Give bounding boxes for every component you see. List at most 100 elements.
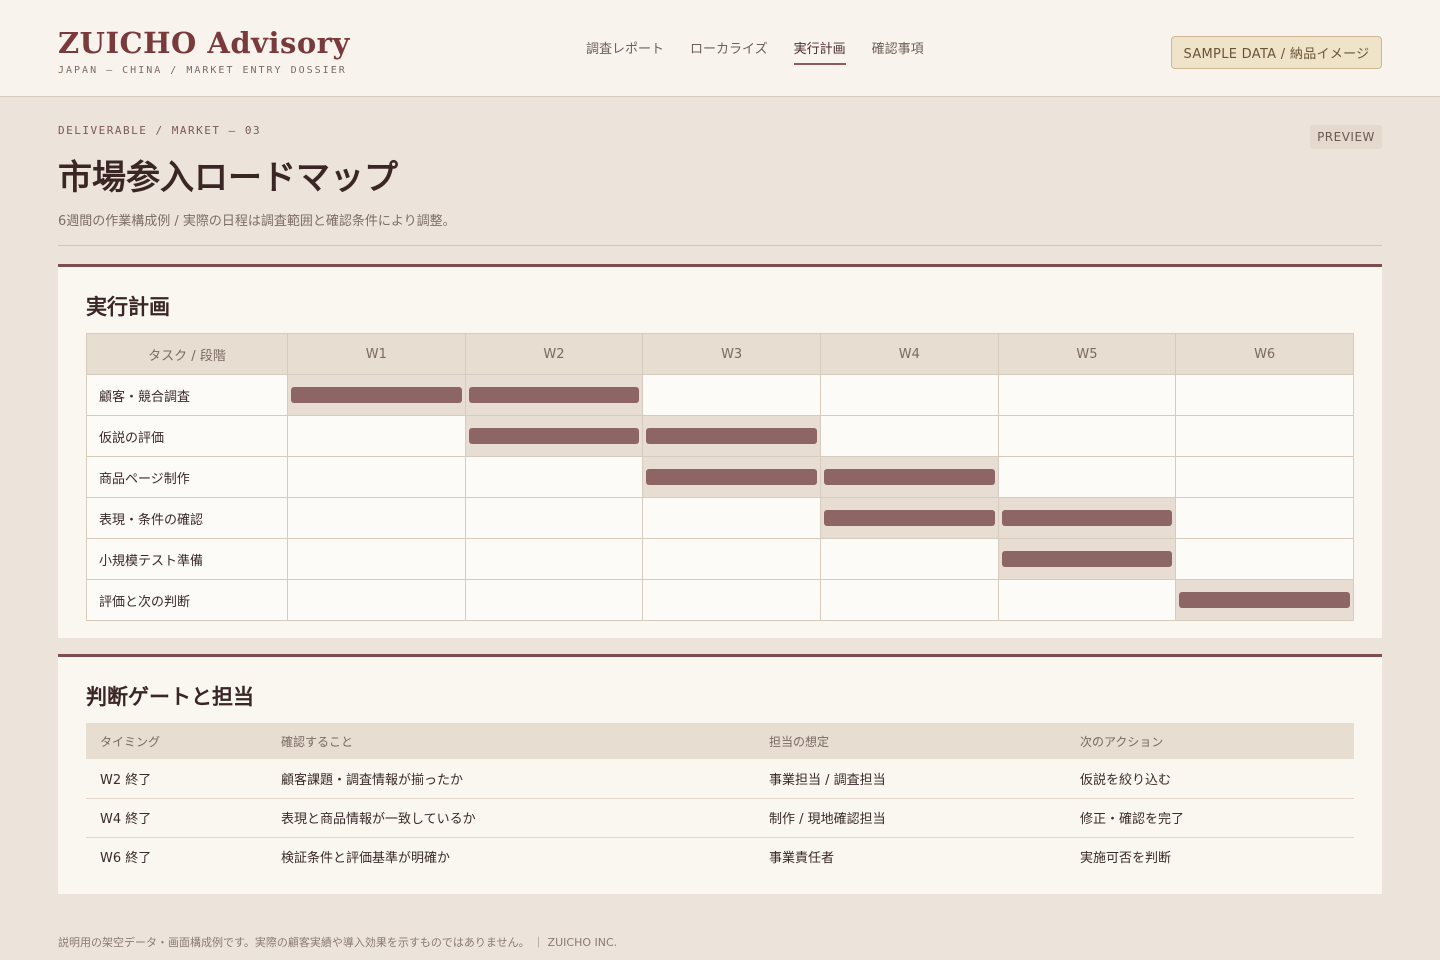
nav-item-3[interactable]: 実行計画: [793, 38, 846, 65]
gantt-cell: [997, 579, 1177, 621]
gantt-cell: [287, 538, 466, 580]
gantt-bar[interactable]: [1001, 510, 1173, 526]
table-cell: 実施可否を判断: [1080, 851, 1172, 867]
gantt-bar[interactable]: [468, 387, 640, 403]
table-cell: 仮説を絞り込む: [1066, 759, 1354, 799]
nav-item-1[interactable]: 調査レポート: [586, 38, 664, 65]
gantt-cell: [642, 579, 821, 621]
week-header-w5: W5: [997, 333, 1177, 375]
gantt-cell: [464, 538, 644, 580]
gantt-cell: [819, 497, 999, 539]
footer-note: 説明用の架空データ・画面構成例です。実際の顧客実績や導入効果を示すものではありま…: [58, 936, 618, 949]
gates-column-header: 確認すること: [267, 723, 755, 759]
gantt-cell: [464, 497, 644, 539]
divider: [58, 245, 1382, 246]
task-name: 小規模テスト準備: [86, 538, 288, 580]
gantt-cell: [642, 456, 821, 498]
gantt-bar[interactable]: [1179, 592, 1350, 608]
gates-column-header: 担当の想定: [755, 723, 1066, 759]
gantt-cell: [287, 374, 466, 416]
table-cell: W4 終了: [86, 798, 267, 838]
breadcrumb: DELIVERABLE / MARKET — 03: [58, 124, 262, 137]
gantt-cell: [287, 456, 466, 498]
gantt-cell: [642, 497, 821, 539]
site-header: ZUICHO Advisory JAPAN — CHINA / MARKET E…: [0, 0, 1440, 97]
gantt-bar[interactable]: [291, 387, 462, 403]
main-nav: 調査レポート ローカライズ 実行計画 確認事項: [586, 38, 950, 65]
task-name: 仮説の評価: [86, 415, 288, 457]
gantt-cell: [819, 456, 999, 498]
preview-badge: PREVIEW: [1310, 125, 1382, 149]
table-row: W2 終了 顧客課題・調査情報が揃ったか 事業担当 / 調査担当 仮説を絞り込む: [86, 759, 1354, 799]
week-header-w1: W1: [287, 333, 466, 375]
gantt-cell: [464, 415, 644, 457]
gantt-cell: [287, 579, 466, 621]
table-cell: 表現と商品情報が一致しているか: [267, 798, 755, 838]
gantt-cell: [642, 415, 821, 457]
gantt-row: 商品ページ制作: [86, 456, 1354, 498]
gantt-cell: [997, 497, 1177, 539]
table-cell: W6 終了: [100, 851, 152, 867]
task-name: 表現・条件の確認: [86, 497, 288, 539]
gantt-cell: [1175, 374, 1354, 416]
gates-table: タイミング 確認すること 担当の想定 次のアクション W2 終了 顧客課題・調査情報が揃…: [86, 723, 1354, 876]
week-header-w3: W3: [642, 333, 821, 375]
gantt-cell: [642, 538, 821, 580]
gantt-cell: [997, 415, 1177, 457]
sample-data-button[interactable]: SAMPLE DATA / 納品イメージ: [1171, 36, 1382, 69]
gantt-cell: [819, 579, 999, 621]
gantt-cell: [1175, 456, 1354, 498]
gantt-row: 顧客・競合調査: [86, 374, 1354, 416]
gates-card: 判断ゲートと担当 タイミング 確認すること 担当の想定 次のアクション W2 終了 顧客…: [58, 654, 1382, 894]
table-cell: 顧客課題・調査情報が揃ったか: [267, 759, 755, 799]
page-title: 市場参入ロードマップ: [58, 158, 398, 198]
gantt-cell: [819, 374, 999, 416]
gantt-cell: [464, 456, 644, 498]
task-header: タスク / 段階: [86, 333, 288, 375]
gantt-header-row: タスク / 段階 W1 W2 W3 W4 W5 W6: [86, 333, 1354, 375]
logo[interactable]: ZUICHO Advisory: [58, 26, 350, 60]
gates-column-header: タイミング: [86, 723, 267, 759]
gantt-cell: [464, 579, 644, 621]
gates-header-row: タイミング 確認すること 担当の想定 次のアクション: [86, 723, 1354, 759]
gantt-bar[interactable]: [468, 428, 640, 444]
gantt-cell: [464, 374, 644, 416]
gantt-cell: [642, 374, 821, 416]
table-cell: 検証条件と評価基準が明確か: [281, 851, 451, 867]
gantt-bar[interactable]: [646, 469, 817, 485]
nav-item-2[interactable]: ローカライズ: [690, 38, 768, 65]
nav-item-4[interactable]: 確認事項: [872, 38, 924, 65]
gantt-cell: [1175, 579, 1354, 621]
gantt-cell: [287, 415, 466, 457]
gantt-cell: [819, 538, 999, 580]
week-header-w4: W4: [819, 333, 999, 375]
tagline: JAPAN — CHINA / MARKET ENTRY DOSSIER: [58, 65, 347, 76]
gantt-cell: [1175, 538, 1354, 580]
gantt-cell: [1175, 497, 1354, 539]
plan-title: 実行計画: [86, 294, 170, 319]
gantt-row: 評価と次の判断: [86, 579, 1354, 621]
table-cell: 事業責任者: [769, 851, 835, 867]
gantt-bar[interactable]: [646, 428, 817, 444]
gantt-cell: [1175, 415, 1354, 457]
gantt-bar[interactable]: [823, 469, 995, 485]
task-name: 顧客・競合調査: [86, 374, 288, 416]
table-row: W4 終了 表現と商品情報が一致しているか 制作 / 現地確認担当 修正・確認を完了: [86, 798, 1354, 838]
gantt-cell: [287, 497, 466, 539]
gates-column-header: 次のアクション: [1066, 723, 1354, 759]
gantt-bar[interactable]: [823, 510, 995, 526]
week-header-w6: W6: [1175, 333, 1354, 375]
gates-title: 判断ゲートと担当: [86, 684, 254, 709]
table-cell: 制作 / 現地確認担当: [755, 798, 1066, 838]
gantt-cell: [997, 374, 1177, 416]
gantt-row: 仮説の評価: [86, 415, 1354, 457]
table-row: W6 終了 検証条件と評価基準が明確か 事業責任者 実施可否を判断: [86, 837, 1354, 876]
gantt-row: 表現・条件の確認: [86, 497, 1354, 539]
table-cell: W2 終了: [86, 759, 267, 799]
page-subtitle: 6週間の作業構成例 / 実際の日程は調査範囲と確認条件により調整。: [58, 214, 456, 229]
gantt-bar[interactable]: [1001, 551, 1173, 567]
gantt-row: 小規模テスト準備: [86, 538, 1354, 580]
table-cell: 修正・確認を完了: [1066, 798, 1354, 838]
gantt-cell: [997, 538, 1177, 580]
plan-card: 実行計画 タスク / 段階 W1 W2 W3 W4 W5 W6 顧客・競合調査 仮説の評価商…: [58, 264, 1382, 638]
